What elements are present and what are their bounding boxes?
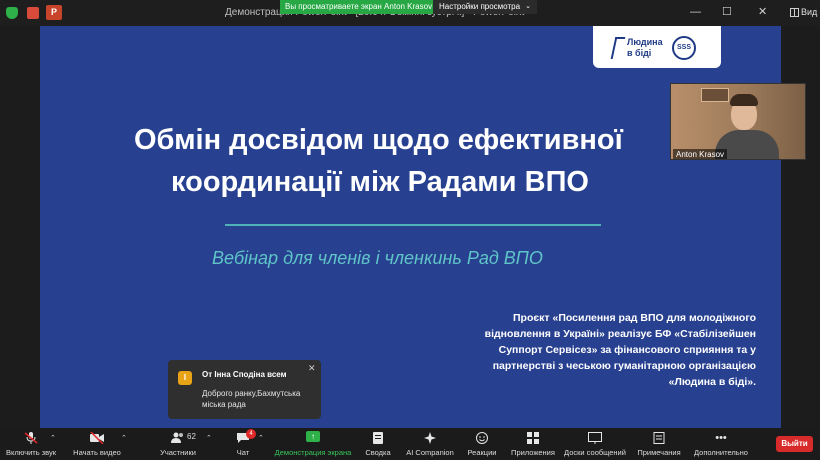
chat-message: Доброго ранку,Бахмутська міська рада [202,389,301,409]
powerpoint-icon: P [46,5,62,20]
start-video-label: Начать видео [73,448,121,457]
sss-logo-icon: SSS [672,36,696,60]
participants-label: Участники [160,448,196,457]
summary-label: Сводка [365,448,391,457]
camera-off-icon [90,431,104,445]
participant-video[interactable]: Anton Krasov [670,83,806,160]
leave-button[interactable]: Выйти [776,436,813,452]
sparkle-icon [423,432,437,444]
participants-button[interactable]: 62 Участники [150,428,206,460]
title-bar: P Демонстрация PowerPoint - [20.04. Обмі… [0,0,820,26]
security-shield-icon[interactable] [6,7,18,19]
participants-caret-icon[interactable]: ⌃ [206,434,212,442]
summary-button[interactable]: Сводка [358,428,398,460]
more-dots-icon: ••• [715,432,727,444]
chat-label: Чат [236,448,250,457]
minimize-icon[interactable]: — [690,6,701,18]
apps-button[interactable]: Приложения [508,428,558,460]
apps-icon [526,432,540,444]
participants-count: 62 [187,432,196,441]
audio-options-caret-icon[interactable]: ⌃ [50,434,56,442]
title-divider [225,224,601,226]
chat-notification[interactable]: І От Інна Сподіна всем ✕ Доброго ранку,Б… [168,360,321,419]
whiteboards-button[interactable]: Доски сообщений [562,428,628,460]
ai-companion-label: AI Companion [406,448,454,457]
chevron-down-icon: ⌄ [525,3,531,10]
meeting-toolbar: Включить звук ⌃ Начать видео ⌃ 62 Участн… [0,428,820,460]
slide-title-line2: координації між Радами ВПО [171,166,589,198]
maximize-icon[interactable]: ☐ [722,6,732,18]
zoom-window: P Демонстрация PowerPoint - [20.04. Обмі… [0,0,820,460]
chat-button[interactable]: 4 Чат [224,428,262,460]
slide-title-line1: Обмін досвідом щодо ефективної [134,124,623,156]
share-screen-label: Демонстрация экрана [274,448,352,457]
chat-caret-icon[interactable]: ⌃ [258,434,264,442]
view-label[interactable]: Вид [801,7,817,17]
notes-button[interactable]: Примечания [634,428,684,460]
more-button[interactable]: ••• Дополнительно [690,428,752,460]
apps-label: Приложения [511,448,555,457]
close-icon[interactable]: ✕ [758,6,767,18]
more-label: Дополнительно [694,448,748,457]
chat-sender: От Інна Сподіна всем [202,370,287,379]
sender-avatar: І [178,371,192,385]
chat-unread-badge: 4 [246,429,256,439]
video-options-caret-icon[interactable]: ⌃ [121,434,127,442]
unmute-label: Включить звук [5,448,57,457]
ai-companion-button[interactable]: AI Companion [404,428,456,460]
participants-icon [171,432,185,444]
share-screen-icon: ↑ [306,431,320,442]
view-options-label: Настройки просмотра [439,2,521,11]
participant-name: Anton Krasov [673,149,728,159]
reactions-button[interactable]: Реакции [464,428,500,460]
smiley-icon [475,432,489,444]
microphone-muted-icon [24,432,38,444]
logo-text-line1: Людина [627,37,663,47]
start-video-button[interactable]: Начать видео [66,428,128,460]
recording-icon [27,7,39,19]
view-options-button[interactable]: Настройки просмотра ⌄ [433,0,537,14]
project-description: Проєкт «Посилення рад ВПО для молодіжног… [484,312,756,388]
slide-subtitle: Вебінар для членів і членкинь Рад ВПО [212,248,543,268]
share-screen-button[interactable]: ↑ Демонстрация экрана [272,428,354,460]
people-in-need-logo-icon [610,37,626,59]
whiteboard-icon [588,432,602,444]
reactions-label: Реакции [467,448,497,457]
screen-share-banner: Вы просматриваете экран Anton Krasov [280,0,441,14]
logo-text-line2: в біді [627,48,652,58]
whiteboards-label: Доски сообщений [564,448,626,457]
summary-icon [371,432,385,444]
notes-label: Примечания [637,448,681,457]
logo-panel: Людина в біді SSS [593,26,721,68]
wall-picture [701,88,729,102]
person-hair [730,94,758,106]
unmute-button[interactable]: Включить звук [0,428,62,460]
view-grid-icon[interactable] [790,8,799,17]
close-icon[interactable]: ✕ [308,363,316,374]
notes-icon [652,432,666,444]
